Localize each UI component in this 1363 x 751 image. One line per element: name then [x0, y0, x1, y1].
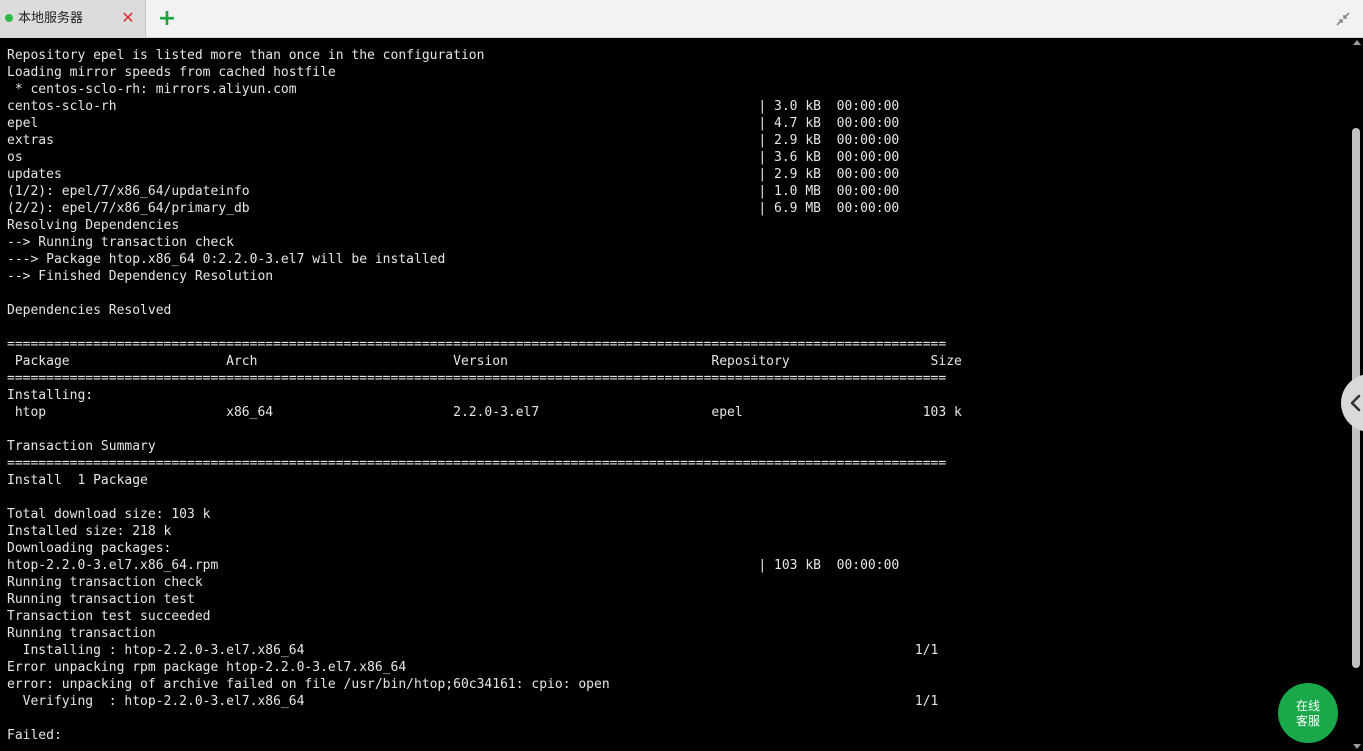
terminal-line: --> Finished Dependency Resolution — [7, 269, 274, 284]
terminal-line: Installing: — [7, 388, 94, 403]
support-label-line1: 在线 — [1295, 699, 1320, 713]
terminal-line: (2/2): epel/7/x86_64/primary_db | 6.9 MB… — [7, 201, 900, 216]
tab-local-server[interactable]: 本地服务器 ✕ — [0, 0, 146, 38]
terminal-line: Dependencies Resolved — [7, 303, 172, 318]
terminal-output[interactable]: Repository epel is listed more than once… — [0, 38, 1350, 751]
terminal-line: Loading mirror speeds from cached hostfi… — [7, 65, 336, 80]
terminal-line: Verifying : htop-2.2.0-3.el7.x86_64 1/1 — [7, 694, 939, 709]
terminal-line: Package Arch Version Repository Size — [7, 354, 962, 369]
terminal-line: Running transaction check — [7, 575, 203, 590]
scroll-down-icon[interactable] — [1353, 744, 1361, 749]
status-dot-icon — [5, 14, 13, 22]
terminal-line: (1/2): epel/7/x86_64/updateinfo | 1.0 MB… — [7, 184, 900, 199]
terminal-line: Repository epel is listed more than once… — [7, 48, 485, 63]
scroll-up-icon[interactable] — [1353, 40, 1361, 45]
terminal-line: ========================================… — [7, 371, 947, 386]
terminal-line: error: unpacking of archive failed on fi… — [7, 677, 610, 692]
terminal-line: Failed: — [7, 728, 62, 743]
terminal-line: Transaction test succeeded — [7, 609, 211, 624]
tab-bar: 本地服务器 ✕ + — [0, 0, 1363, 38]
terminal-line: Total download size: 103 k — [7, 507, 211, 522]
terminal-line: --> Running transaction check — [7, 235, 234, 250]
terminal-line: htop x86_64 2.2.0-3.el7 epel 103 k — [7, 405, 962, 420]
terminal-line: Installed size: 218 k — [7, 524, 172, 539]
terminal-line: htop-2.2.0-3.el7.x86_64.rpm | 103 kB 00:… — [7, 558, 900, 573]
plus-icon[interactable]: + — [157, 8, 177, 30]
terminal-line: extras | 2.9 kB 00:00:00 — [7, 133, 900, 148]
terminal-line: Install 1 Package — [7, 473, 148, 488]
terminal-line: epel | 4.7 kB 00:00:00 — [7, 116, 900, 131]
tab-label: 本地服务器 — [18, 11, 84, 26]
terminal-line: Running transaction test — [7, 592, 195, 607]
terminal-lines: Repository epel is listed more than once… — [7, 47, 962, 744]
collapse-arrows-icon[interactable] — [1335, 11, 1351, 27]
terminal-line: Downloading packages: — [7, 541, 172, 556]
terminal-line: updates | 2.9 kB 00:00:00 — [7, 167, 900, 182]
terminal-line: Running transaction — [7, 626, 156, 641]
online-support-button[interactable]: 在线 客服 — [1278, 683, 1338, 743]
support-label-line2: 客服 — [1295, 714, 1320, 728]
terminal-line: ========================================… — [7, 456, 947, 471]
terminal-line: * centos-sclo-rh: mirrors.aliyun.com — [7, 82, 297, 97]
terminal-line: Resolving Dependencies — [7, 218, 180, 233]
terminal-line: centos-sclo-rh | 3.0 kB 00:00:00 — [7, 99, 900, 114]
terminal-line: ========================================… — [7, 337, 947, 352]
terminal-line: os | 3.6 kB 00:00:00 — [7, 150, 900, 165]
close-icon[interactable]: ✕ — [120, 9, 136, 27]
terminal-line: Error unpacking rpm package htop-2.2.0-3… — [7, 660, 407, 675]
terminal-line: ---> Package htop.x86_64 0:2.2.0-3.el7 w… — [7, 252, 446, 267]
chevron-left-icon — [1350, 394, 1361, 412]
terminal-line: Installing : htop-2.2.0-3.el7.x86_64 1/1 — [7, 643, 939, 658]
terminal-line: Transaction Summary — [7, 439, 156, 454]
